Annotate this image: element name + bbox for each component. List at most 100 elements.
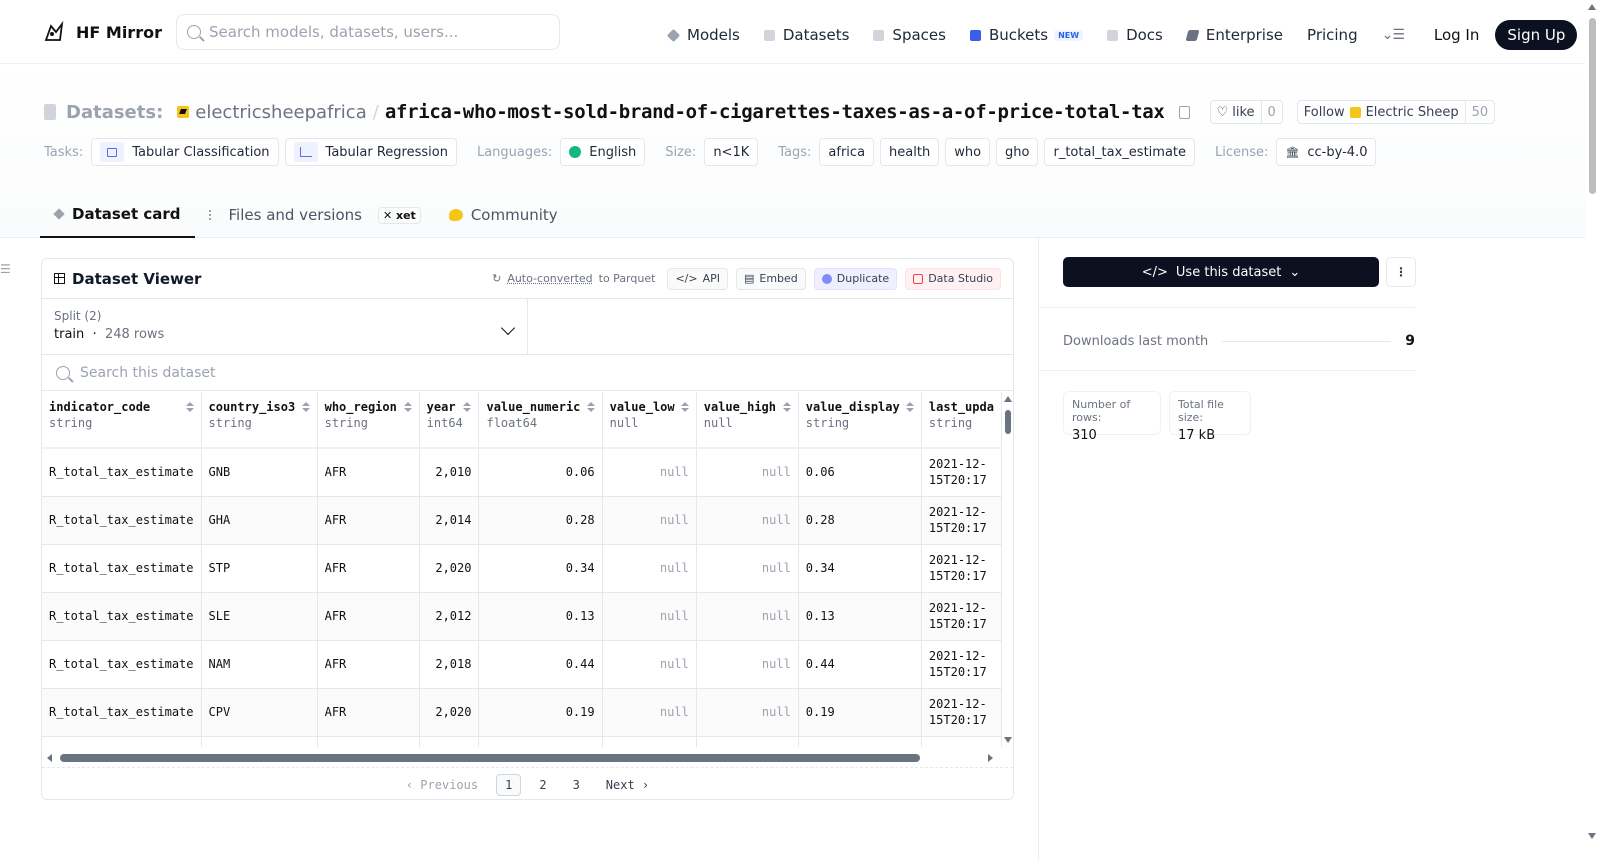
- sort-icon[interactable]: [302, 402, 310, 412]
- task-tag-classification[interactable]: Tabular Classification: [91, 138, 279, 166]
- column-header[interactable]: value_high null: [696, 392, 799, 449]
- column-header[interactable]: indicator_code string: [42, 392, 202, 449]
- scroll-thumb[interactable]: [1005, 410, 1011, 434]
- downloads-value: 9: [1405, 333, 1415, 349]
- column-header[interactable]: year int64: [419, 392, 480, 449]
- column-name: value_numeric: [486, 400, 581, 414]
- table-cell: AFR: [317, 496, 420, 545]
- api-button[interactable]: </> API: [667, 267, 728, 290]
- table-horizontal-scrollbar[interactable]: [42, 753, 1002, 763]
- language-tag[interactable]: English: [560, 138, 646, 166]
- tag-health[interactable]: health: [880, 138, 940, 166]
- sort-icon[interactable]: [186, 402, 194, 412]
- column-header[interactable]: value_low null: [602, 392, 697, 449]
- nav-enterprise[interactable]: Enterprise: [1185, 26, 1283, 44]
- tab-files-and-versions[interactable]: Files and versions ✕ xet: [195, 192, 435, 238]
- login-link[interactable]: Log In: [1434, 26, 1480, 44]
- nav-datasets[interactable]: Datasets: [763, 26, 849, 44]
- like-button[interactable]: ♡ like 0: [1209, 100, 1283, 124]
- use-dataset-button[interactable]: </> Use this dataset ⌄: [1063, 257, 1379, 287]
- brand-logo[interactable]: HF Mirror: [42, 20, 162, 44]
- next-page-button[interactable]: Next ›: [598, 775, 657, 795]
- scroll-down-icon[interactable]: [1588, 833, 1596, 839]
- embed-button[interactable]: ▤ Embed: [735, 267, 806, 290]
- nav-spaces[interactable]: Spaces: [873, 26, 946, 44]
- nav-links: Models Datasets Spaces Buckets NEW Docs E…: [666, 20, 1578, 50]
- column-header[interactable]: country_iso3 string: [201, 392, 318, 449]
- split-selector[interactable]: Split (2) train · 248 rows: [42, 299, 528, 354]
- sort-icon[interactable]: [783, 402, 791, 412]
- dataset-sidebar: </> Use this dataset ⌄ ⋮ Downloads last mo…: [1038, 238, 1585, 861]
- rows-stat-value: 310: [1072, 428, 1097, 443]
- use-dataset-label: Use this dataset: [1175, 264, 1282, 280]
- nav-buckets[interactable]: Buckets NEW: [969, 26, 1084, 44]
- table-row[interactable]: R_total_tax_estimate GNB AFR 2,010 0.06 null n…: [42, 447, 1002, 497]
- size-tag[interactable]: n<1K: [704, 138, 759, 166]
- divider: [1039, 307, 1415, 308]
- table-cell: null: [602, 640, 697, 689]
- scroll-down-icon[interactable]: [1004, 737, 1012, 743]
- scroll-up-icon[interactable]: [1004, 396, 1012, 402]
- data-studio-button[interactable]: Data Studio: [905, 267, 1001, 290]
- search-icon: [56, 365, 70, 380]
- scroll-thumb[interactable]: [60, 754, 920, 762]
- table-cell: 2,018: [419, 640, 480, 689]
- task-tag-regression[interactable]: Tabular Regression: [284, 138, 457, 166]
- table-cell: null: [696, 496, 799, 545]
- column-header[interactable]: last_upda string: [921, 392, 1002, 449]
- scroll-up-icon[interactable]: [1588, 4, 1596, 10]
- sort-icon[interactable]: [404, 402, 412, 412]
- table-row[interactable]: R_total_tax_estimate STP AFR 2,020 0.34 null n…: [42, 544, 1002, 593]
- tag-gho[interactable]: gho: [996, 138, 1039, 166]
- languages-label: Languages:: [476, 144, 553, 160]
- sort-icon[interactable]: [463, 402, 471, 412]
- column-header[interactable]: value_numeric float64: [478, 392, 603, 449]
- org-link[interactable]: electricsheepafrica: [195, 102, 366, 123]
- tag-r-total-tax-estimate[interactable]: r_total_tax_estimate: [1044, 138, 1196, 166]
- nav-docs[interactable]: Docs: [1107, 26, 1163, 44]
- column-type: null: [609, 416, 639, 430]
- table-cell: [317, 736, 420, 747]
- column-header[interactable]: who_region string: [317, 392, 420, 449]
- sort-icon[interactable]: [587, 402, 595, 412]
- tag-africa[interactable]: africa: [819, 138, 875, 166]
- org-avatar-icon: [177, 106, 190, 118]
- table-vertical-scrollbar[interactable]: [1002, 392, 1013, 747]
- page-1-button[interactable]: 1: [496, 773, 522, 796]
- table-row[interactable]: R_total_tax_estimate NAM AFR 2,018 0.44 null n…: [42, 640, 1002, 689]
- auto-converted-note[interactable]: ↻ Auto-converted to Parquet: [492, 272, 655, 285]
- table-row[interactable]: R_total_tax_estimate SLE AFR 2,012 0.13 null n…: [42, 592, 1002, 641]
- more-options-button[interactable]: ⋮: [1386, 257, 1416, 287]
- dataset-search-input[interactable]: Search this dataset: [42, 355, 1013, 391]
- page-scrollbar[interactable]: [1585, 0, 1600, 861]
- signup-button[interactable]: Sign Up: [1495, 20, 1578, 50]
- tag-who[interactable]: who: [945, 138, 991, 166]
- page-scroll-thumb[interactable]: [1589, 18, 1596, 194]
- sort-icon[interactable]: [906, 402, 914, 412]
- table-row[interactable]: 2021-12-: [42, 736, 1002, 747]
- sort-icon[interactable]: [681, 402, 689, 412]
- more-menu-icon[interactable]: ⌄☰: [1382, 27, 1405, 43]
- previous-page-button[interactable]: ‹ Previous: [398, 775, 486, 795]
- tab-dataset-card[interactable]: Dataset card: [40, 192, 195, 238]
- follow-button[interactable]: Follow Electric Sheep 50: [1296, 100, 1496, 124]
- copy-icon[interactable]: [1178, 105, 1190, 119]
- page-3-button[interactable]: 3: [565, 775, 588, 795]
- sidebar-toggle-icon[interactable]: ☰: [0, 262, 11, 276]
- nav-models[interactable]: Models: [666, 26, 740, 44]
- dataset-card-icon: [53, 208, 65, 220]
- scroll-right-icon[interactable]: [988, 754, 993, 762]
- scroll-left-icon[interactable]: [47, 754, 52, 762]
- chevron-down-icon: ⌄: [1289, 264, 1301, 280]
- like-count: 0: [1260, 101, 1282, 123]
- license-tag[interactable]: 🏛 cc-by-4.0: [1276, 138, 1377, 166]
- nav-pricing[interactable]: Pricing: [1307, 26, 1358, 44]
- page-2-button[interactable]: 2: [531, 775, 554, 795]
- global-search-input[interactable]: Search models, datasets, users...: [176, 14, 560, 50]
- tab-community[interactable]: Community: [435, 192, 572, 238]
- follow-org-name: Electric Sheep: [1365, 104, 1459, 120]
- duplicate-button[interactable]: Duplicate: [813, 267, 898, 290]
- table-row[interactable]: R_total_tax_estimate GHA AFR 2,014 0.28 null n…: [42, 496, 1002, 545]
- column-header[interactable]: value_display string: [798, 392, 922, 449]
- table-row[interactable]: R_total_tax_estimate CPV AFR 2,020 0.19 null n…: [42, 688, 1002, 737]
